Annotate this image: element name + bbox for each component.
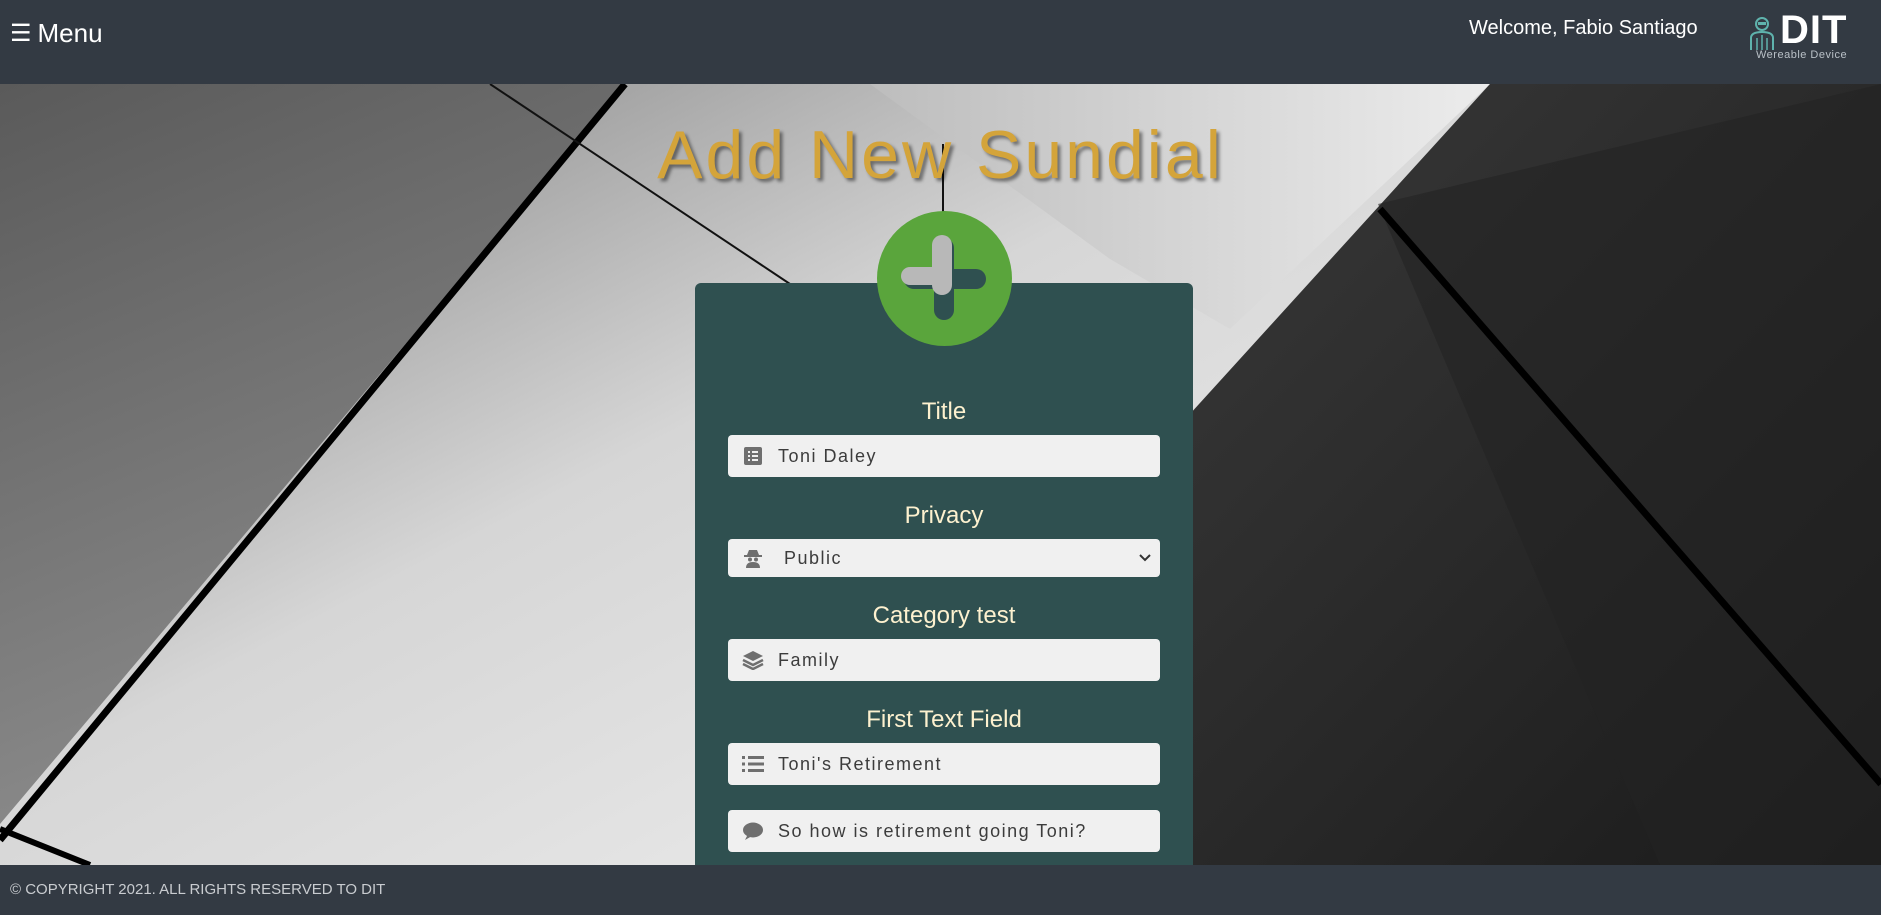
copyright-text: © COPYRIGHT 2021. ALL RIGHTS RESERVED TO…: [10, 881, 386, 898]
top-navbar: ☰ Menu Welcome, Fabio Santiago DIT Werea…: [0, 0, 1881, 84]
privacy-label: Privacy: [904, 502, 984, 529]
category-input[interactable]: Family: [728, 639, 1160, 681]
title-input[interactable]: Toni Daley: [728, 435, 1160, 477]
first-text-input[interactable]: Toni's Retirement: [728, 743, 1160, 785]
add-badge: [877, 211, 1012, 346]
comment-value: So how is retirement going Toni?: [778, 820, 1087, 841]
welcome-text: Welcome, Fabio Santiago: [1469, 17, 1698, 39]
comment-input[interactable]: So how is retirement going Toni?: [728, 810, 1160, 852]
spy-icon: [728, 548, 778, 568]
dit-logo[interactable]: DIT Wereable Device: [1748, 8, 1858, 64]
first-text-label: First Text Field: [866, 706, 1022, 733]
hero-background: Add New Sundial Title Toni Daley Privacy…: [0, 84, 1881, 865]
hamburger-icon: ☰: [10, 19, 32, 47]
person-icon: [1750, 17, 1774, 50]
list-icon: [728, 755, 778, 773]
title-value: Toni Daley: [778, 445, 878, 466]
category-label: Category test: [872, 602, 1016, 629]
privacy-select[interactable]: Public: [728, 539, 1160, 577]
logo-subtitle: Wereable Device: [1756, 49, 1848, 61]
comment-icon: [728, 821, 778, 841]
menu-button[interactable]: ☰ Menu: [10, 18, 103, 49]
menu-label: Menu: [37, 18, 103, 48]
layers-icon: [728, 650, 778, 670]
list-box-icon: [728, 447, 778, 465]
plus-icon: [901, 235, 986, 320]
first-text-value: Toni's Retirement: [778, 753, 942, 774]
title-label: Title: [921, 398, 967, 425]
chevron-down-icon: [1139, 554, 1151, 562]
footer: © COPYRIGHT 2021. ALL RIGHTS RESERVED TO…: [0, 865, 1881, 915]
page-title: Add New Sundial: [657, 117, 1224, 193]
privacy-value: Public: [784, 547, 843, 568]
category-value: Family: [778, 649, 840, 670]
logo-text: DIT: [1780, 8, 1848, 52]
